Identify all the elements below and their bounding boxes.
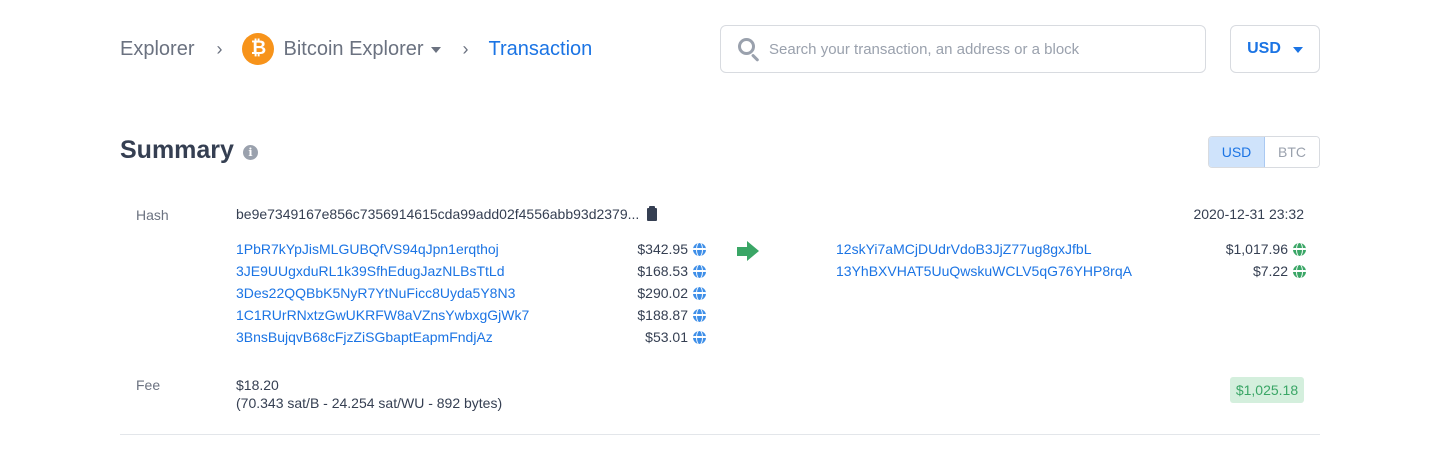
breadcrumb-separator: › [216,38,223,59]
fee-amount: $18.20 [236,377,279,393]
output-address-link[interactable]: 13YhBXVHAT5UuQwskuWCLV5qG76YHP8rqA [836,263,1253,279]
search-box [720,25,1206,73]
output-amount: $1,017.96 [1225,241,1288,257]
explorer-dropdown-label: Bitcoin Explorer [283,37,424,60]
input-row: 3Des22QQBbK5NyR7YtNuFicc8Uyda5Y8N3 $290.… [236,282,706,304]
globe-icon[interactable] [693,308,706,322]
summary-title: Summary [120,136,234,164]
currency-toggle: USD BTC [1208,136,1320,168]
input-amount: $168.53 [637,263,688,279]
input-row: 1PbR7kYpJisMLGUBQfVS94qJpn1erqthoj $342.… [236,238,706,260]
breadcrumb-current: Transaction [488,37,593,60]
search-input[interactable] [769,40,1189,58]
caret-down-icon [1292,47,1303,53]
fee-details: (70.343 sat/B - 24.254 sat/WU - 892 byte… [236,395,503,411]
input-address-link[interactable]: 1C1RUrRNxtzGwUKRFW8aVZnsYwbxgGjWk7 [236,307,637,323]
globe-icon[interactable] [1293,264,1306,278]
globe-icon[interactable] [693,286,706,300]
globe-icon[interactable] [693,330,706,344]
fee-label: Fee [136,377,161,393]
globe-icon[interactable] [1293,242,1306,256]
input-address-link[interactable]: 3JE9UUgxduRL1k39SfhEdugJazNLBsTtLd [236,263,637,279]
divider [120,434,1320,435]
breadcrumb-explorer-link[interactable]: Explorer [120,38,194,61]
input-amount: $290.02 [637,285,688,301]
summary-heading: Summary i [120,136,258,165]
globe-icon[interactable] [693,242,706,256]
arrow-right-icon [737,241,759,261]
input-address-link[interactable]: 3BnsBujqvB68cFjzZiSGbaptEapmFndjAz [236,329,645,345]
breadcrumb-separator: › [462,38,469,59]
total-amount-badge: $1,025.18 [1230,377,1304,403]
input-row: 3JE9UUgxduRL1k39SfhEdugJazNLBsTtLd $168.… [236,260,706,282]
clipboard-icon[interactable] [647,205,658,221]
input-amount: $342.95 [637,241,688,257]
breadcrumb: Explorer › ₿ Bitcoin Explorer › Transact… [120,25,592,73]
output-row: 13YhBXVHAT5UuQwskuWCLV5qG76YHP8rqA $7.22 [836,260,1306,282]
input-amount: $53.01 [645,329,688,345]
output-address-link[interactable]: 12skYi7aMCjDUdrVdoB3JjZ77ug8gxJfbL [836,241,1226,257]
inputs-list: 1PbR7kYpJisMLGUBQfVS94qJpn1erqthoj $342.… [236,238,706,348]
caret-down-icon [430,47,441,53]
info-icon[interactable]: i [242,144,258,160]
input-amount: $188.87 [637,307,688,323]
bitcoin-logo-icon: ₿ [242,33,275,65]
outputs-list: 12skYi7aMCjDUdrVdoB3JjZ77ug8gxJfbL $1,01… [836,238,1306,282]
currency-selector[interactable]: USD [1230,25,1320,73]
explorer-dropdown[interactable]: ₿ Bitcoin Explorer [242,33,441,65]
header: Explorer › ₿ Bitcoin Explorer › Transact… [120,25,1320,73]
fee-value: $18.20 (70.343 sat/B - 24.254 sat/WU - 8… [236,376,502,412]
search-icon [737,37,761,62]
input-address-link[interactable]: 1PbR7kYpJisMLGUBQfVS94qJpn1erqthoj [236,241,637,257]
hash-row: be9e7349167e856c7356914615cda99add02f455… [236,205,658,222]
input-row: 3BnsBujqvB68cFjzZiSGbaptEapmFndjAz $53.0… [236,326,706,348]
toggle-btc-button[interactable]: BTC [1265,137,1319,167]
globe-icon[interactable] [693,264,706,278]
transaction-timestamp: 2020-12-31 23:32 [1193,206,1304,222]
currency-selector-label: USD [1247,40,1281,57]
output-amount: $7.22 [1252,263,1288,279]
output-row: 12skYi7aMCjDUdrVdoB3JjZ77ug8gxJfbL $1,01… [836,238,1306,260]
toggle-usd-button[interactable]: USD [1209,137,1265,167]
hash-label: Hash [136,207,169,223]
input-address-link[interactable]: 3Des22QQBbK5NyR7YtNuFicc8Uyda5Y8N3 [236,285,637,301]
transaction-hash: be9e7349167e856c7356914615cda99add02f455… [236,206,640,222]
input-row: 1C1RUrRNxtzGwUKRFW8aVZnsYwbxgGjWk7 $188.… [236,304,706,326]
